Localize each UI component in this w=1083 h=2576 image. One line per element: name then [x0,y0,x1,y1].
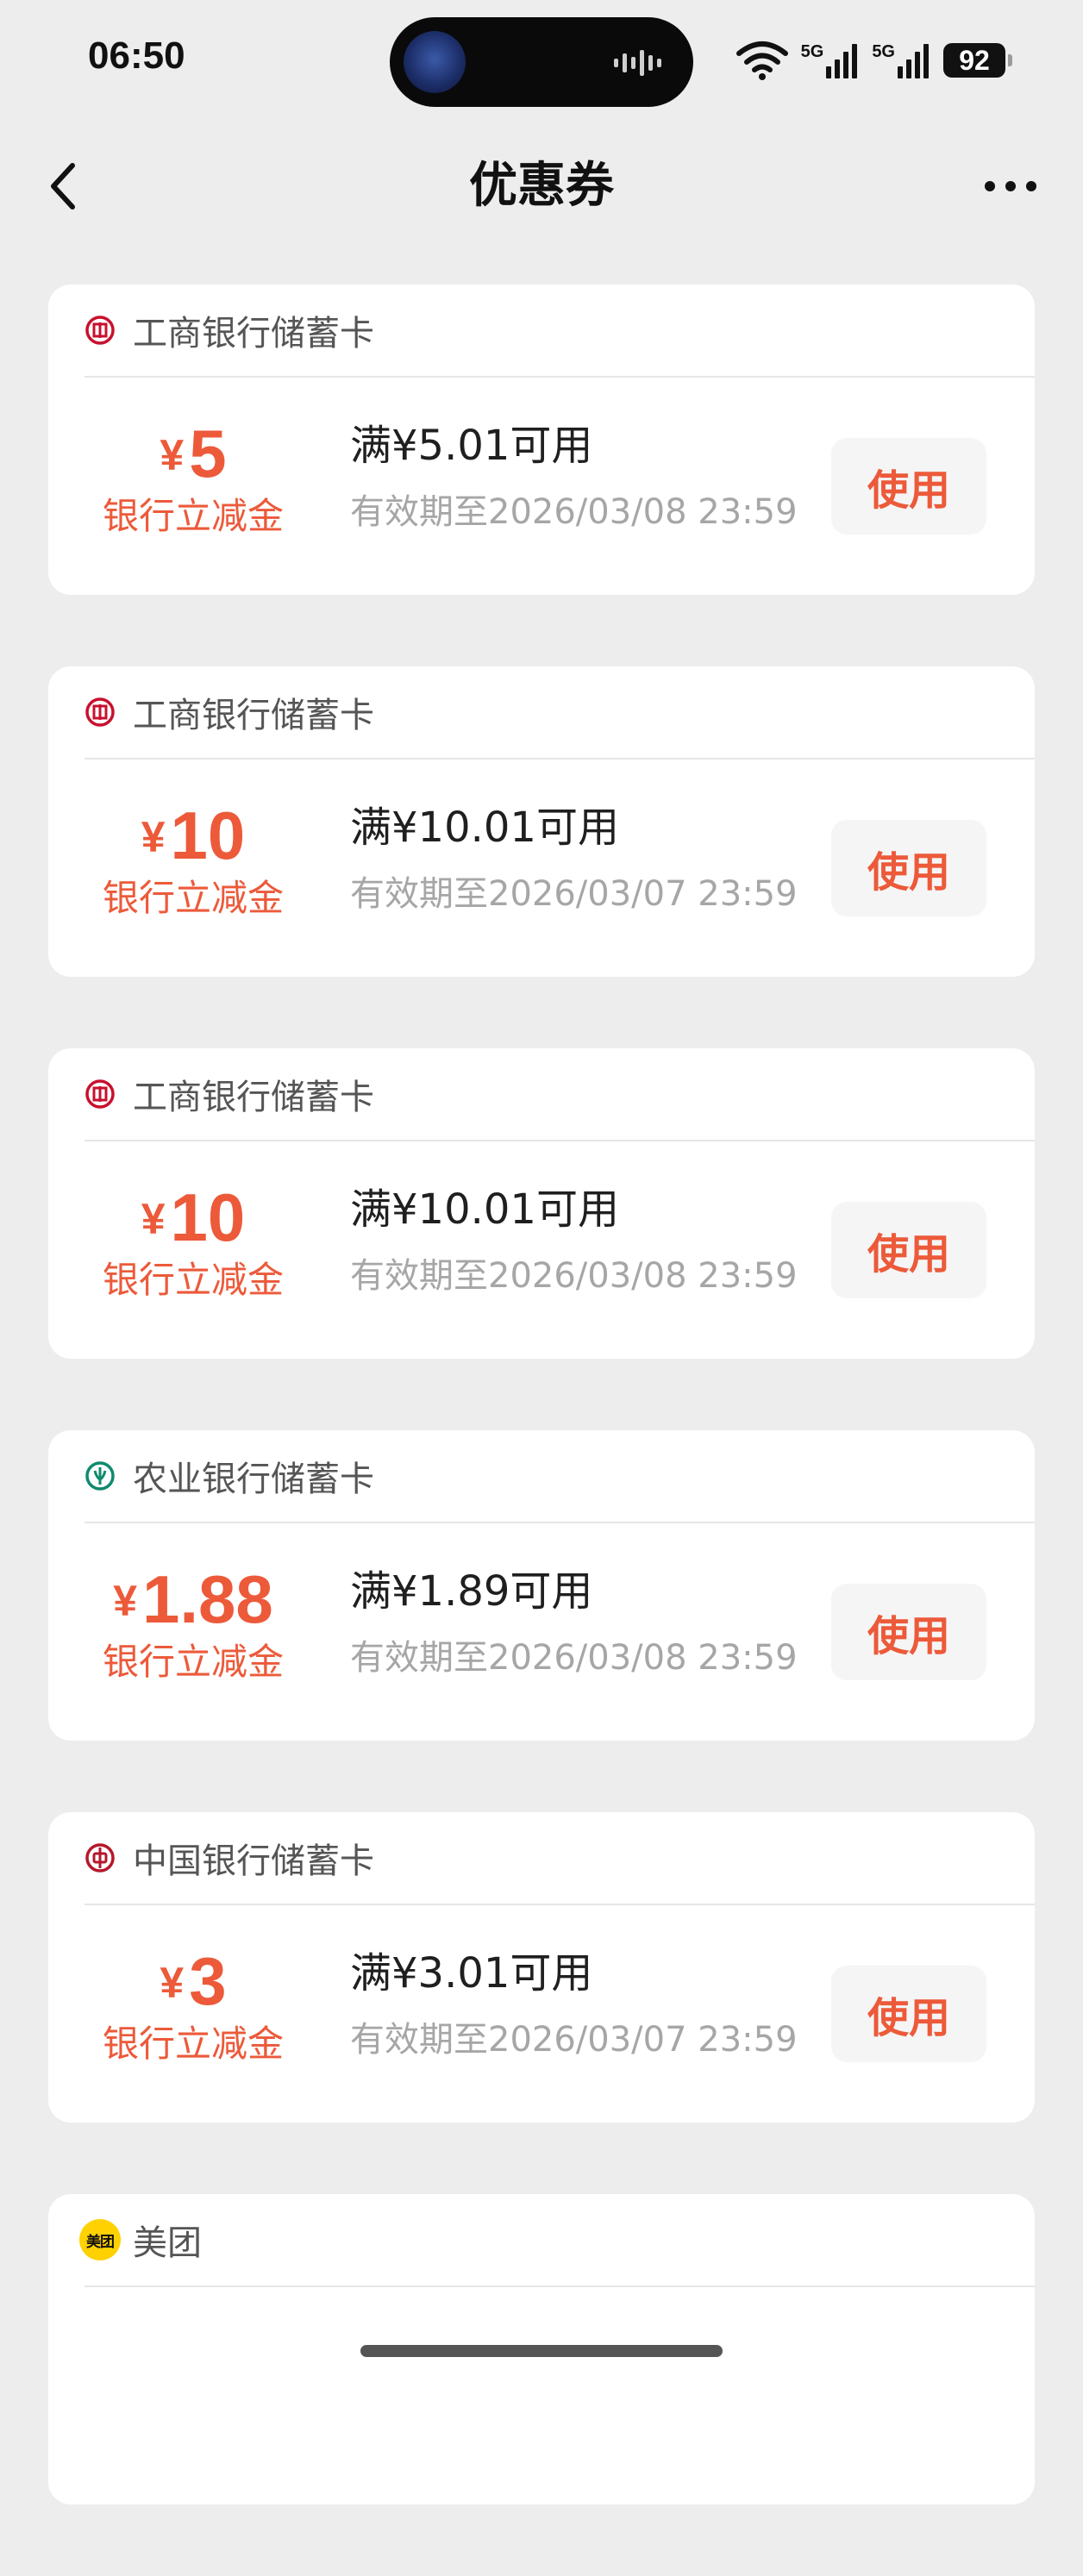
bank-name: 农业银行储蓄卡 [133,1460,374,1499]
coupon-card: 工商银行储蓄卡 ¥10 银行立减金 满¥10.01可用 有效期至2026/03/… [48,1048,1035,1359]
amount-value: ¥3 [48,1945,338,2019]
coupon-amount: ¥10 银行立减金 [48,799,338,922]
media-thumbnail-icon [404,31,466,93]
coupon-body: ¥3 银行立减金 满¥3.01可用 有效期至2026/03/07 23:59 使… [48,1904,1035,2123]
coupon-header: 美团 美团 [79,2194,1035,2287]
icbc-logo-icon [85,1079,116,1110]
coupon-body: ¥5 银行立减金 满¥5.01可用 有效期至2026/03/08 23:59 使… [48,376,1035,595]
coupon-header: 工商银行储蓄卡 [85,284,1035,378]
coupon-validity: 有效期至2026/03/07 23:59 [350,2020,798,2060]
coupon-header: 工商银行储蓄卡 [85,666,1035,760]
bank-name: 工商银行储蓄卡 [133,696,374,735]
amount-value: ¥1.88 [48,1563,338,1637]
more-dots-icon [985,181,1036,191]
boc-logo-icon [85,1842,116,1873]
amount-number: 3 [189,1943,227,2019]
bank-name: 工商银行储蓄卡 [133,314,374,353]
meituan-logo-text: 美团 [86,2233,115,2251]
coupon-type: 银行立减金 [102,2023,284,2065]
coupon-card: 农业银行储蓄卡 ¥1.88 银行立减金 满¥1.89可用 有效期至2026/03… [48,1430,1035,1741]
coupon-threshold: 满¥10.01可用 [350,1185,619,1234]
currency-symbol: ¥ [141,813,166,861]
coupon-info: 满¥5.01可用 有效期至2026/03/08 23:59 [350,419,798,536]
page-title: 优惠券 [469,158,614,214]
coupon-amount: ¥10 银行立减金 [48,1181,338,1304]
coupon-info: 满¥10.01可用 有效期至2026/03/07 23:59 [350,801,798,918]
use-button[interactable]: 使用 [831,820,986,916]
coupon-threshold: 满¥10.01可用 [350,803,619,852]
currency-symbol: ¥ [160,1959,185,2007]
coupon-header: 农业银行储蓄卡 [85,1430,1035,1523]
use-button[interactable]: 使用 [831,438,986,535]
coupon-info: 满¥10.01可用 有效期至2026/03/08 23:59 [350,1183,798,1300]
coupon-amount: ¥3 银行立减金 [48,1945,338,2067]
use-button[interactable]: 使用 [831,1584,986,1680]
coupon-info: 满¥3.01可用 有效期至2026/03/07 23:59 [350,1947,798,2064]
status-time: 06:50 [88,34,185,77]
dynamic-island[interactable] [390,17,693,107]
coupon-card: 中国银行储蓄卡 ¥3 银行立减金 满¥3.01可用 有效期至2026/03/07… [48,1812,1035,2123]
coupon-info: 满¥1.89可用 有效期至2026/03/08 23:59 [350,1565,798,1682]
bank-name: 美团 [133,2223,202,2263]
coupon-threshold: 满¥5.01可用 [350,422,593,470]
network-type-label: 5G [800,42,824,61]
amount-value: ¥10 [48,799,338,873]
home-indicator[interactable] [360,2345,723,2357]
coupon-validity: 有效期至2026/03/07 23:59 [350,874,798,914]
battery-icon: 92 [943,43,1012,78]
use-button[interactable]: 使用 [831,1966,986,2062]
coupon-threshold: 满¥1.89可用 [350,1567,593,1616]
coupon-header: 中国银行储蓄卡 [85,1812,1035,1905]
signal-5g-icon: 5G [872,42,931,78]
coupon-card: 工商银行储蓄卡 ¥5 银行立减金 满¥5.01可用 有效期至2026/03/08… [48,284,1035,595]
coupon-threshold: 满¥3.01可用 [350,1949,593,1998]
bank-name: 工商银行储蓄卡 [133,1078,374,1117]
coupon-header: 工商银行储蓄卡 [85,1048,1035,1141]
coupon-type: 银行立减金 [102,1259,284,1301]
coupon-list: 工商银行储蓄卡 ¥5 银行立减金 满¥5.01可用 有效期至2026/03/08… [48,284,1035,2576]
coupon-amount: ¥5 银行立减金 [48,417,338,540]
amount-number: 10 [170,797,246,873]
coupon-body: ¥10 银行立减金 满¥10.01可用 有效期至2026/03/07 23:59… [48,758,1035,977]
more-button[interactable] [973,157,1049,216]
coupon-body: ¥1.88 银行立减金 满¥1.89可用 有效期至2026/03/08 23:5… [48,1522,1035,1741]
coupon-type: 银行立减金 [102,495,284,537]
coupon-type: 银行立减金 [102,1641,284,1683]
battery-level: 92 [959,44,990,76]
amount-value: ¥10 [48,1181,338,1255]
currency-symbol: ¥ [113,1577,137,1625]
navigation-bar: 优惠券 [0,129,1083,243]
amount-number: 1.88 [142,1561,273,1637]
coupon-type: 银行立减金 [102,877,284,919]
status-icons: 5G 5G 92 [736,36,1012,84]
bank-name: 中国银行储蓄卡 [133,1841,374,1881]
signal-5g-icon: 5G [801,42,861,78]
amount-number: 10 [170,1179,246,1255]
coupon-validity: 有效期至2026/03/08 23:59 [350,1638,798,1678]
amount-number: 5 [189,416,227,491]
network-type-label: 5G [872,42,895,61]
icbc-logo-icon [85,315,116,346]
coupon-validity: 有效期至2026/03/08 23:59 [350,1256,798,1296]
wifi-icon [736,41,788,80]
coupon-validity: 有效期至2026/03/08 23:59 [350,492,798,532]
currency-symbol: ¥ [160,431,185,479]
coupon-amount: ¥1.88 银行立减金 [48,1563,338,1685]
coupon-body: ¥10 银行立减金 满¥10.01可用 有效期至2026/03/08 23:59… [48,1140,1035,1359]
coupon-card: 工商银行储蓄卡 ¥10 银行立减金 满¥10.01可用 有效期至2026/03/… [48,666,1035,977]
icbc-logo-icon [85,697,116,728]
audio-wave-icon [614,50,661,76]
abc-logo-icon [85,1460,116,1491]
status-bar: 06:50 5G 5G 92 [0,0,1083,121]
amount-value: ¥5 [48,417,338,491]
meituan-logo-icon: 美团 [79,2219,121,2260]
currency-symbol: ¥ [141,1195,166,1243]
use-button[interactable]: 使用 [831,1202,986,1298]
